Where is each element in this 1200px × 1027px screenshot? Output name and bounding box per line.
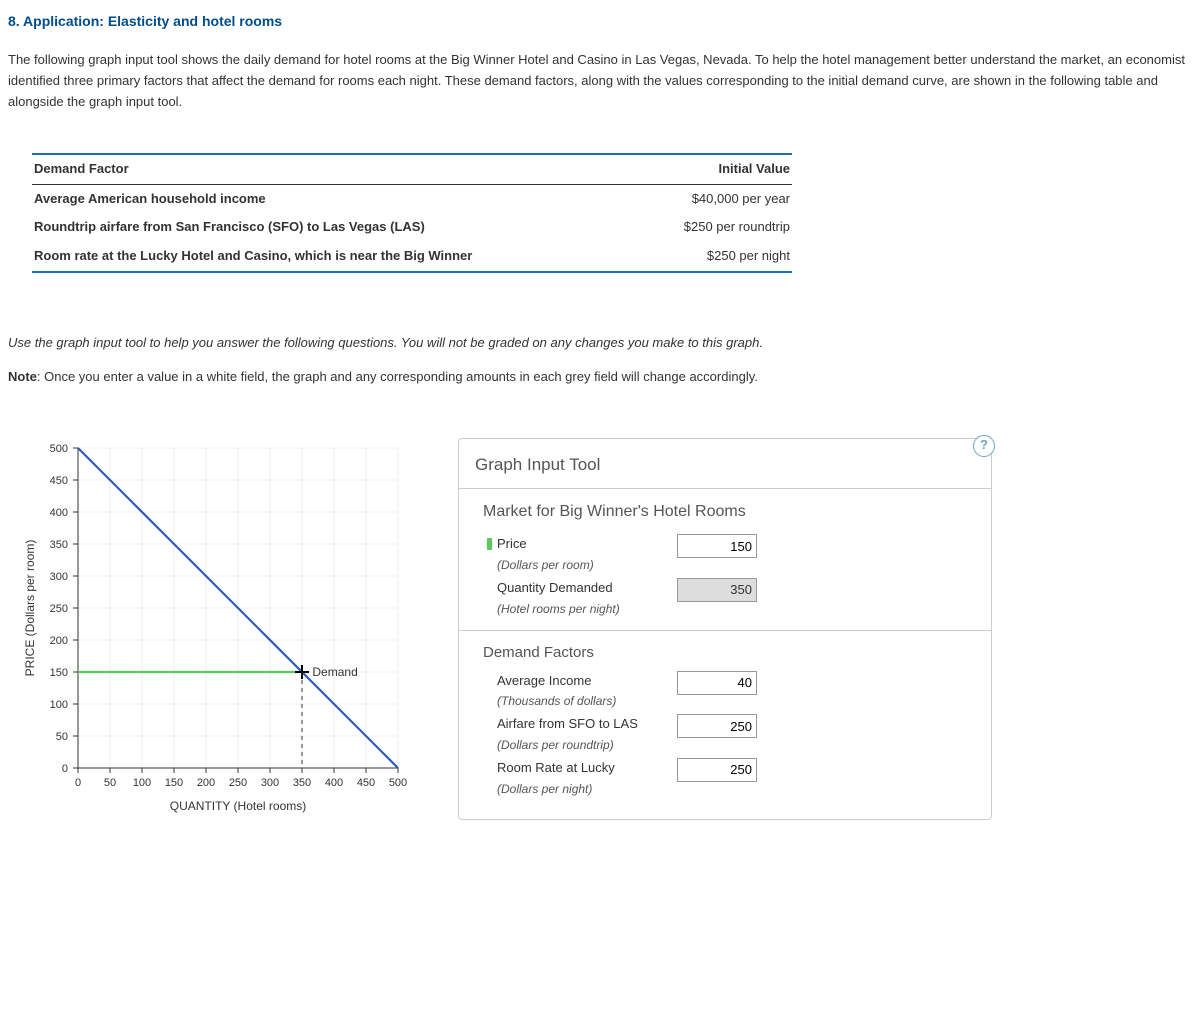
svg-text:500: 500 — [389, 777, 407, 789]
svg-text:500: 500 — [50, 443, 68, 455]
page-title: 8. Application: Elasticity and hotel roo… — [8, 10, 1192, 32]
svg-text:0: 0 — [75, 777, 81, 789]
table-head-factor: Demand Factor — [34, 159, 129, 180]
demand-factors-table: Demand Factor Initial Value Average Amer… — [32, 153, 792, 273]
svg-text:Demand: Demand — [312, 665, 357, 679]
table-row-factor: Room rate at the Lucky Hotel and Casino,… — [34, 246, 472, 267]
lucky-input[interactable] — [677, 758, 757, 782]
instructions: Use the graph input tool to help you ans… — [8, 333, 1192, 388]
svg-text:450: 450 — [357, 777, 375, 789]
svg-text:450: 450 — [50, 475, 68, 487]
svg-text:350: 350 — [293, 777, 311, 789]
price-sublabel: (Dollars per room) — [497, 558, 594, 572]
lucky-label: Room Rate at Lucky — [497, 760, 615, 775]
help-icon[interactable]: ? — [973, 435, 995, 457]
qty-sublabel: (Hotel rooms per night) — [497, 602, 620, 616]
svg-text:400: 400 — [325, 777, 343, 789]
table-row-value: $250 per night — [630, 246, 790, 267]
airfare-input[interactable] — [677, 714, 757, 738]
demand-chart[interactable]: 0 50 100 150 200 250 300 350 400 450 500 0 50 100 150 2… — [18, 438, 418, 835]
svg-text:100: 100 — [50, 699, 68, 711]
market-title: Market for Big Winner's Hotel Rooms — [483, 499, 975, 525]
svg-text:100: 100 — [133, 777, 151, 789]
price-label: Price — [497, 536, 527, 551]
table-row-factor: Roundtrip airfare from San Francisco (SF… — [34, 217, 425, 238]
qty-label: Quantity Demanded — [497, 580, 613, 595]
svg-text:300: 300 — [261, 777, 279, 789]
svg-text:250: 250 — [229, 777, 247, 789]
income-sublabel: (Thousands of dollars) — [497, 694, 616, 708]
svg-text:300: 300 — [50, 571, 68, 583]
intro-paragraph: The following graph input tool shows the… — [8, 50, 1192, 112]
qty-input — [677, 578, 757, 602]
airfare-sublabel: (Dollars per roundtrip) — [497, 738, 614, 752]
table-row-value: $250 per roundtrip — [630, 217, 790, 238]
table-head-value: Initial Value — [630, 159, 790, 180]
svg-text:QUANTITY (Hotel rooms): QUANTITY (Hotel rooms) — [170, 799, 306, 813]
table-row-factor: Average American household income — [34, 189, 266, 210]
chart-svg[interactable]: 0 50 100 150 200 250 300 350 400 450 500 0 50 100 150 2… — [18, 438, 418, 828]
svg-text:150: 150 — [50, 667, 68, 679]
svg-text:250: 250 — [50, 603, 68, 615]
airfare-label: Airfare from SFO to LAS — [497, 716, 638, 731]
svg-text:50: 50 — [104, 777, 116, 789]
svg-text:PRICE (Dollars per room): PRICE (Dollars per room) — [23, 539, 37, 676]
lucky-sublabel: (Dollars per night) — [497, 782, 592, 796]
demand-factors-title: Demand Factors — [483, 641, 975, 665]
instructions-italic: Use the graph input tool to help you ans… — [8, 335, 763, 350]
income-label: Average Income — [497, 673, 591, 688]
panel-title: Graph Input Tool — [475, 451, 975, 478]
note-label: Note — [8, 369, 37, 384]
svg-text:150: 150 — [165, 777, 183, 789]
svg-text:200: 200 — [50, 635, 68, 647]
table-row-value: $40,000 per year — [630, 189, 790, 210]
svg-text:200: 200 — [197, 777, 215, 789]
svg-text:50: 50 — [56, 731, 68, 743]
price-marker-icon — [487, 538, 492, 550]
price-input[interactable] — [677, 534, 757, 558]
income-input[interactable] — [677, 671, 757, 695]
svg-text:350: 350 — [50, 539, 68, 551]
svg-text:400: 400 — [50, 507, 68, 519]
note-text: : Once you enter a value in a white fiel… — [37, 369, 758, 384]
graph-input-panel: ? Graph Input Tool Market for Big Winner… — [458, 438, 992, 821]
svg-text:0: 0 — [62, 763, 68, 775]
